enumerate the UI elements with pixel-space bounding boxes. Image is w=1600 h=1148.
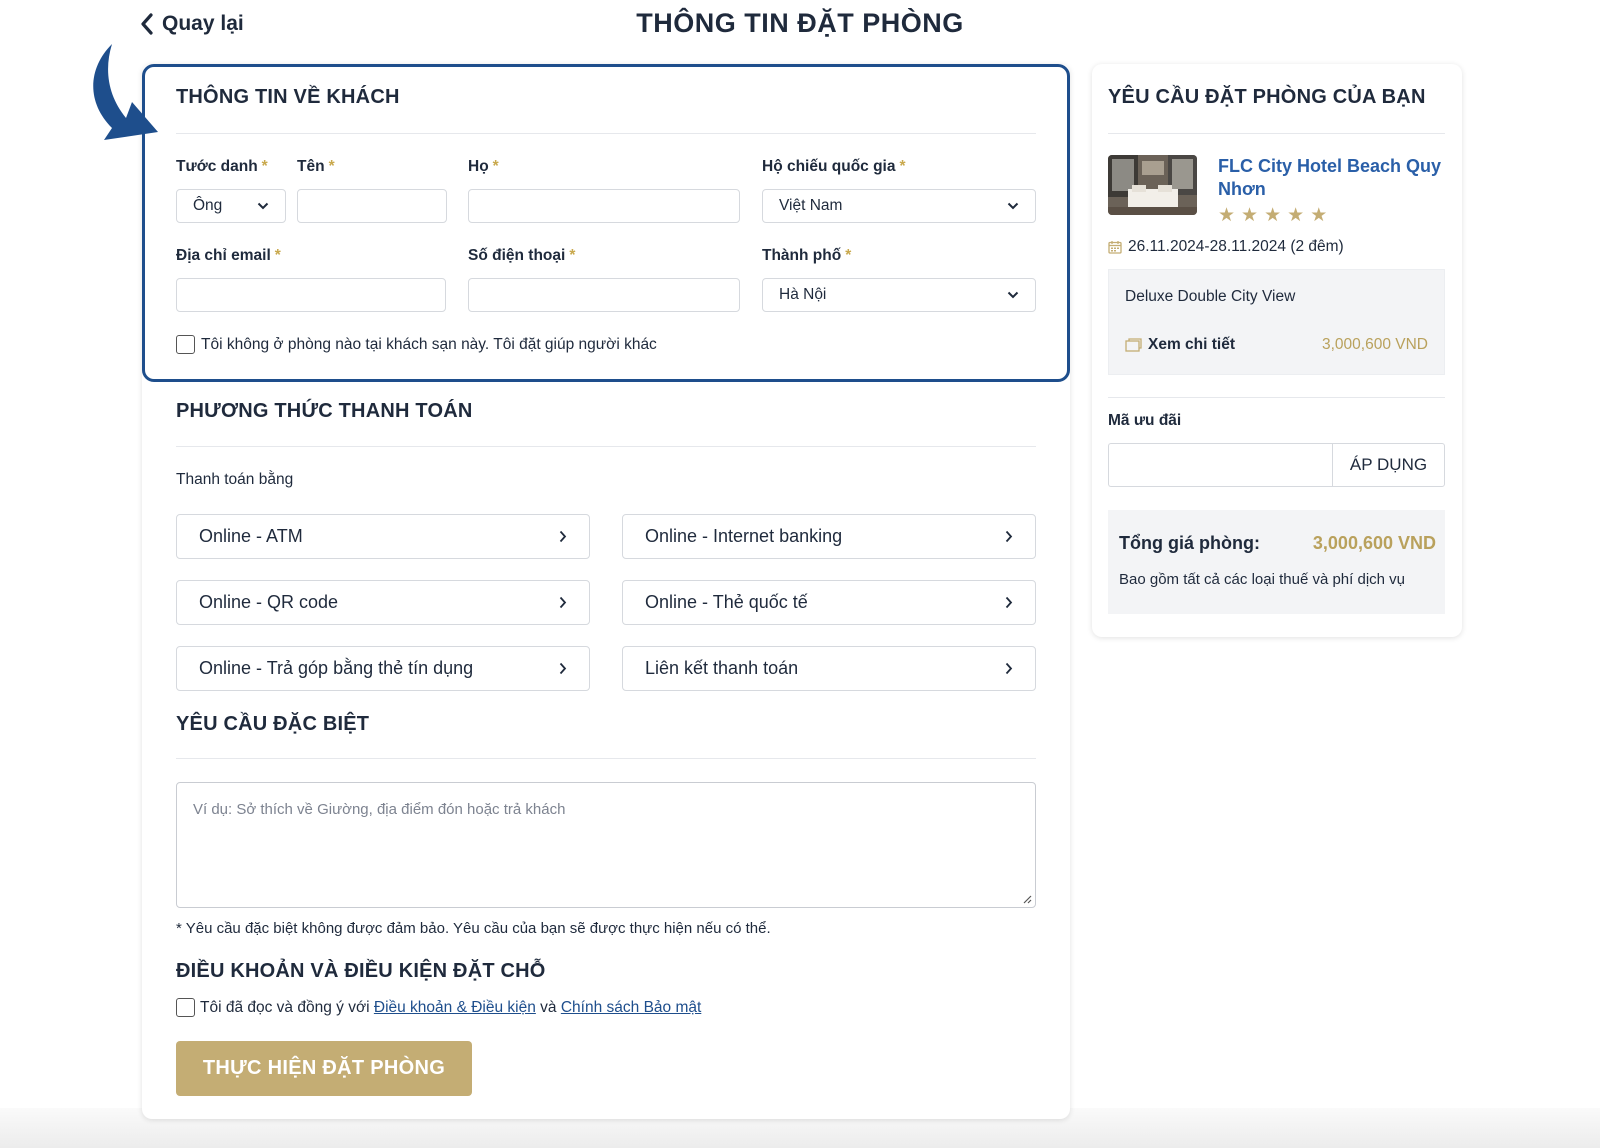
star-icon: ★ (1310, 205, 1328, 226)
summary-divider-2 (1108, 397, 1445, 398)
room-price: 3,000,600 VND (1322, 336, 1428, 353)
star-icon: ★ (1264, 205, 1282, 226)
terms-agree-text: Tôi đã đọc và đồng ý với Điều khoản & Đi… (200, 999, 701, 1017)
salutation-label: Tước danh * (176, 158, 268, 175)
hotel-star-rating: ★ ★ ★ ★ ★ (1218, 204, 1327, 227)
payment-option-label: Liên kết thanh toán (645, 658, 799, 678)
submit-booking-button[interactable]: THỰC HIỆN ĐẶT PHÒNG (176, 1041, 472, 1096)
promo-code-label: Mã ưu đãi (1108, 412, 1182, 429)
terms-section-title: ĐIỀU KHOẢN VÀ ĐIỀU KIỆN ĐẶT CHỖ (176, 960, 546, 982)
payment-option-atm[interactable]: Online - ATM (176, 514, 590, 559)
privacy-policy-link[interactable]: Chính sách Bảo mật (561, 999, 701, 1016)
other-guest-label: Tôi không ở phòng nào tại khách sạn này.… (201, 336, 657, 353)
chevron-right-icon (1005, 530, 1013, 543)
payment-option-label: Online - Thẻ quốc tế (645, 592, 808, 612)
salutation-value: Ông (193, 197, 223, 214)
chevron-right-icon (559, 662, 567, 675)
total-price-box (1108, 510, 1445, 614)
first-name-input[interactable] (297, 189, 447, 223)
promo-code-input[interactable] (1108, 443, 1332, 487)
first-name-label: Tên * (297, 158, 335, 175)
payment-option-label: Online - Internet banking (645, 526, 843, 546)
payment-option-qr-code[interactable]: Online - QR code (176, 580, 590, 625)
room-info-box (1108, 269, 1445, 375)
chevron-right-icon (1005, 596, 1013, 609)
special-request-divider (176, 758, 1036, 759)
room-detail-icon (1125, 338, 1142, 352)
summary-section-title: YÊU CẦU ĐẶT PHÒNG CỦA BẠN (1108, 86, 1426, 108)
terms-link[interactable]: Điều khoản & Điều kiện (374, 999, 536, 1016)
chevron-right-icon (559, 596, 567, 609)
salutation-select[interactable]: Ông (176, 189, 286, 223)
payment-subtitle: Thanh toán bằng (176, 471, 294, 488)
payment-option-payment-link[interactable]: Liên kết thanh toán (622, 646, 1036, 691)
total-price-label: Tổng giá phòng: (1119, 533, 1260, 553)
special-request-note: * Yêu cầu đặc biệt không được đảm bảo. Y… (176, 920, 771, 937)
payment-option-label: Online - Trả góp bằng thẻ tín dụng (199, 658, 474, 678)
total-price-note: Bao gồm tất cả các loại thuế và phí dịch… (1119, 571, 1406, 588)
payment-divider (176, 446, 1036, 447)
total-price-value: 3,000,600 VND (1312, 533, 1436, 553)
page-title: THÔNG TIN ĐẶT PHÒNG (636, 8, 964, 38)
room-detail-link[interactable]: Xem chi tiết (1125, 336, 1235, 354)
passport-country-value: Việt Nam (779, 197, 843, 214)
calendar-icon (1108, 241, 1122, 254)
other-guest-checkbox[interactable] (176, 335, 195, 354)
room-name: Deluxe Double City View (1125, 288, 1296, 305)
chevron-right-icon (1005, 662, 1013, 675)
back-label: Quay lại (162, 12, 244, 35)
special-request-textarea[interactable] (176, 782, 1036, 908)
star-icon: ★ (1241, 205, 1259, 226)
payment-option-internet-banking[interactable]: Online - Internet banking (622, 514, 1036, 559)
terms-agree-prefix: Tôi đã đọc và đồng ý với (200, 999, 374, 1016)
apply-promo-button[interactable]: ÁP DỤNG (1332, 443, 1445, 487)
chevron-down-icon (257, 202, 269, 210)
city-select[interactable]: Hà Nội (762, 278, 1036, 312)
guest-info-highlight-box (142, 64, 1070, 382)
chevron-down-icon (1007, 291, 1019, 299)
arrow-annotation-icon (93, 44, 158, 140)
phone-input[interactable] (468, 278, 740, 312)
city-value: Hà Nội (779, 286, 827, 303)
back-link[interactable]: Quay lại (140, 12, 244, 36)
summary-divider (1108, 133, 1445, 134)
chevron-left-icon (141, 13, 153, 35)
guest-divider (176, 133, 1036, 134)
hotel-name-link[interactable]: FLC City Hotel Beach Quy Nhơn (1218, 155, 1450, 201)
chevron-down-icon (1007, 202, 1019, 210)
star-icon: ★ (1287, 205, 1305, 226)
last-name-input[interactable] (468, 189, 740, 223)
last-name-label: Họ * (468, 158, 499, 175)
email-input[interactable] (176, 278, 446, 312)
payment-option-label: Online - ATM (199, 526, 303, 546)
payment-option-international-card[interactable]: Online - Thẻ quốc tế (622, 580, 1036, 625)
passport-country-label: Hộ chiếu quốc gia * (762, 158, 906, 175)
special-request-title: YÊU CẦU ĐẶC BIỆT (176, 713, 370, 735)
city-label: Thành phố * (762, 247, 852, 264)
payment-section-title: PHƯƠNG THỨC THANH TOÁN (176, 400, 473, 422)
passport-country-select[interactable]: Việt Nam (762, 189, 1036, 223)
chevron-right-icon (559, 530, 567, 543)
room-detail-label: Xem chi tiết (1148, 336, 1235, 353)
hotel-thumbnail[interactable] (1108, 155, 1197, 215)
stay-dates: 26.11.2024-28.11.2024 (2 đêm) (1108, 238, 1344, 256)
terms-and-text: và (535, 999, 561, 1016)
guest-section-title: THÔNG TIN VỀ KHÁCH (176, 86, 400, 108)
payment-option-label: Online - QR code (199, 592, 339, 612)
phone-label: Số điện thoại * (468, 247, 576, 264)
terms-agree-checkbox[interactable] (176, 998, 195, 1017)
stay-dates-text: 26.11.2024-28.11.2024 (2 đêm) (1128, 238, 1344, 255)
star-icon: ★ (1218, 205, 1236, 226)
resize-handle-icon[interactable] (1022, 894, 1032, 904)
payment-option-installment[interactable]: Online - Trả góp bằng thẻ tín dụng (176, 646, 590, 691)
email-label: Địa chỉ email * (176, 247, 281, 264)
